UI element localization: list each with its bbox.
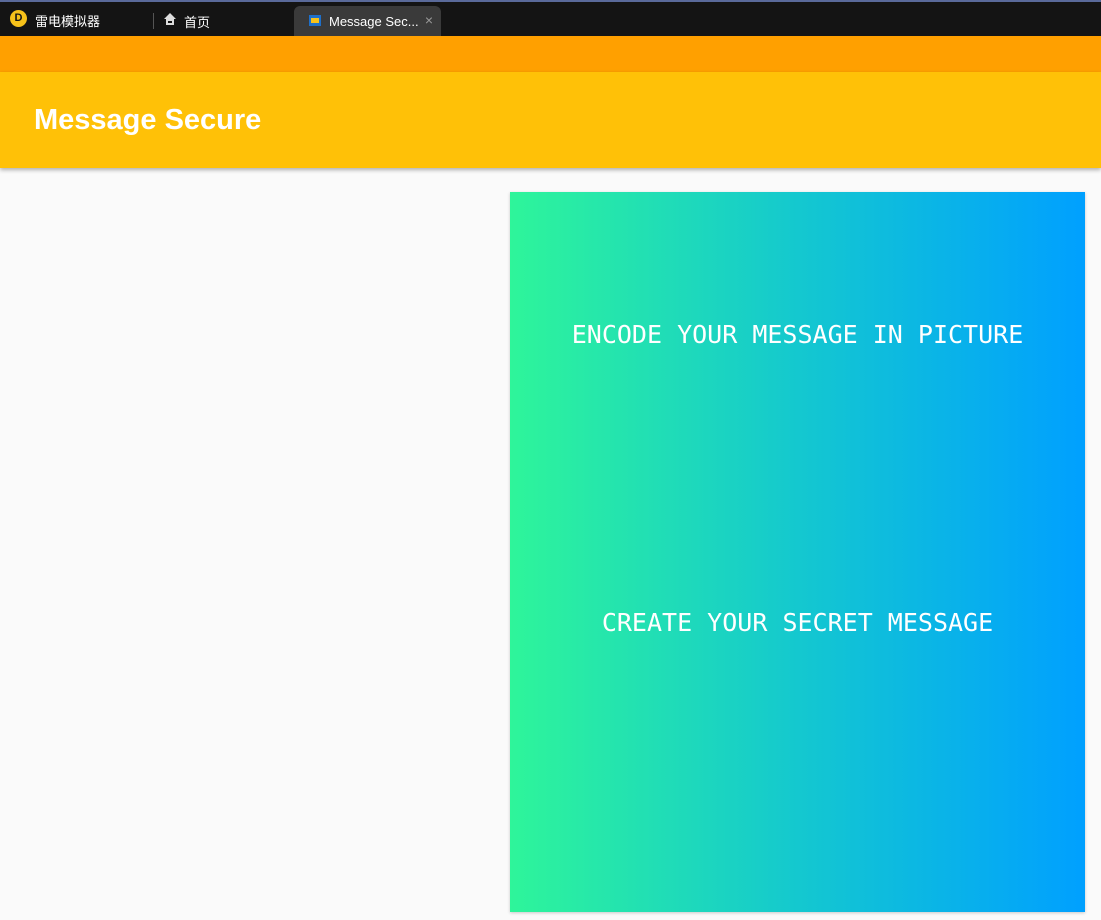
close-tab-icon[interactable]: × (425, 12, 433, 28)
divider (153, 13, 154, 29)
page-title: Message Secure (34, 104, 262, 136)
app-bar: Message Secure (0, 72, 1101, 168)
app-tab[interactable]: Message Sec... × (294, 6, 441, 36)
home-tab[interactable]: 首页 (184, 12, 210, 31)
window-top-edge (0, 0, 1101, 2)
app-icon (309, 15, 321, 26)
encode-message-button[interactable]: ENCODE YOUR MESSAGE IN PICTURE (510, 192, 1085, 478)
emulator-titlebar: D 雷电模拟器 首页 Message Sec... × (0, 0, 1101, 36)
tab-label: Message Sec... (329, 14, 419, 29)
emulator-logo-icon: D (10, 10, 27, 27)
home-icon[interactable] (163, 12, 177, 26)
action-panel: ENCODE YOUR MESSAGE IN PICTURE CREATE YO… (510, 192, 1085, 912)
create-secret-message-button[interactable]: CREATE YOUR SECRET MESSAGE (510, 478, 1085, 768)
emulator-name: 雷电模拟器 (35, 14, 101, 29)
status-bar (0, 36, 1101, 72)
